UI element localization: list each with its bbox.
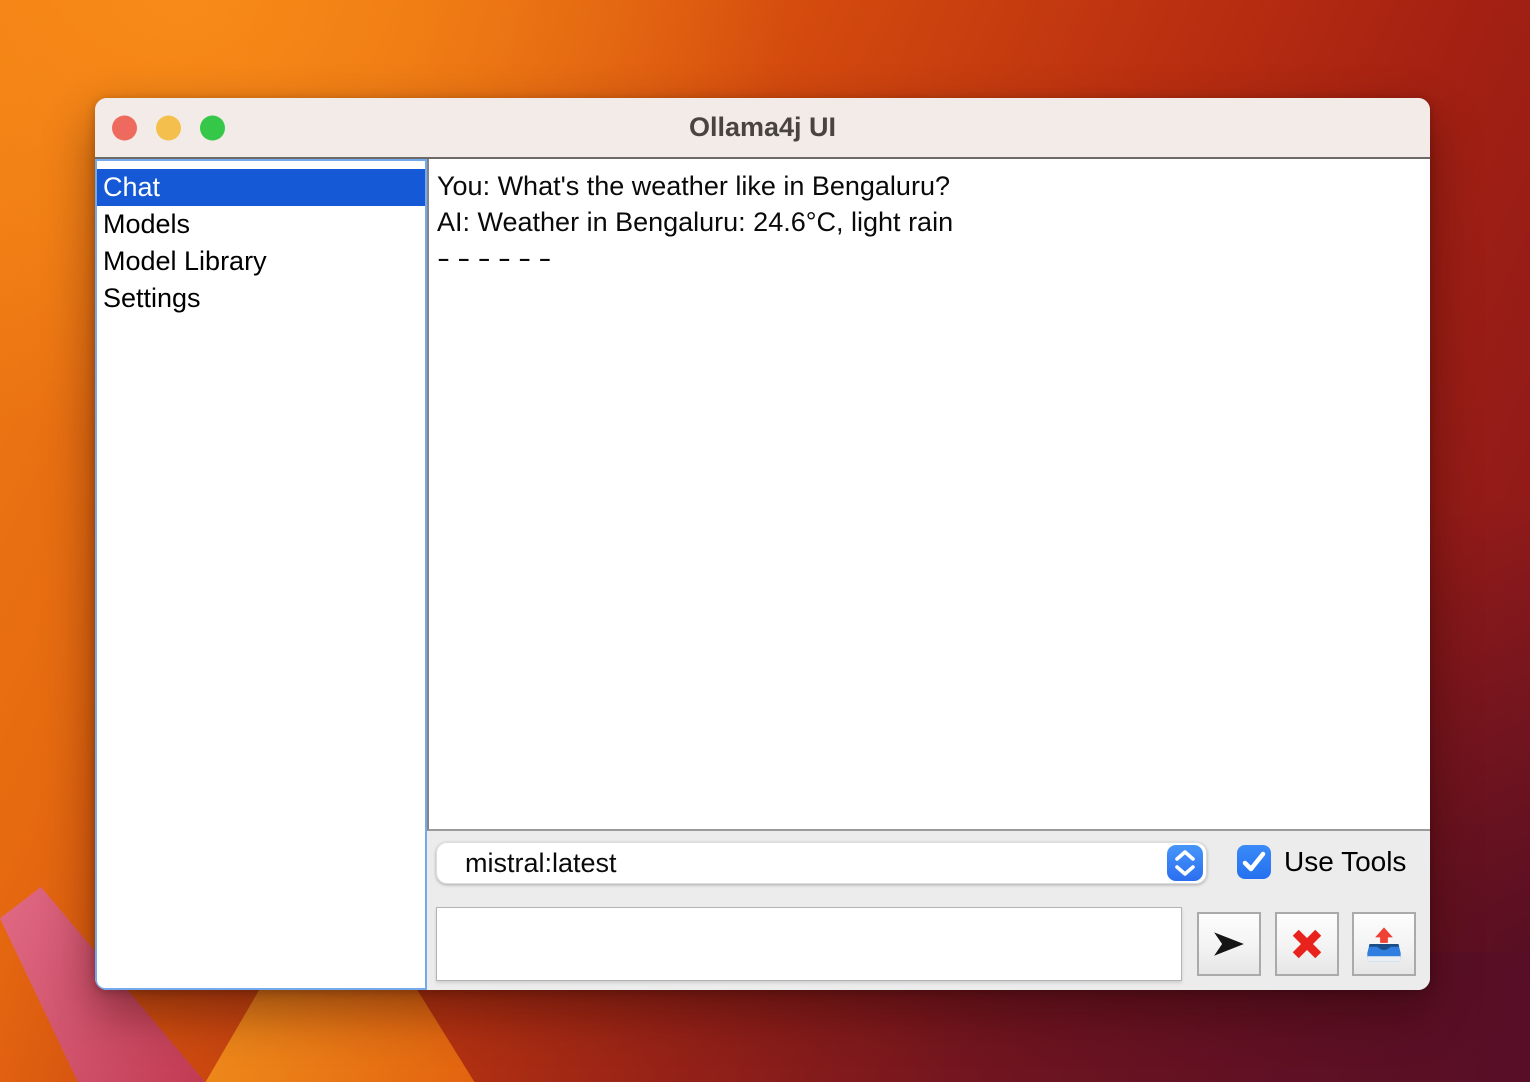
titlebar[interactable]: Ollama4j UI <box>95 98 1430 159</box>
cancel-button[interactable] <box>1275 912 1339 976</box>
sidebar-item-models[interactable]: Models <box>97 206 425 243</box>
outbox-tray-icon <box>1364 924 1404 964</box>
sidebar-item-chat[interactable]: Chat <box>97 169 425 206</box>
chat-user-message: You: What's the weather like in Bengalur… <box>437 168 1422 204</box>
composer-panel: mistral:latest Use Tools <box>427 831 1430 990</box>
traffic-lights <box>112 115 225 140</box>
sidebar-nav: Chat Models Model Library Settings <box>95 159 427 990</box>
upload-button[interactable] <box>1352 912 1416 976</box>
model-select[interactable]: mistral:latest <box>436 842 1207 884</box>
chat-ai-message: AI: Weather in Bengaluru: 24.6°C, light … <box>437 204 1422 240</box>
red-x-icon <box>1289 926 1325 962</box>
use-tools-checkbox[interactable] <box>1237 845 1271 879</box>
chat-transcript[interactable]: You: What's the weather like in Bengalur… <box>427 159 1430 831</box>
minimize-button[interactable] <box>156 115 181 140</box>
checkmark-icon <box>1237 845 1271 879</box>
chevron-up-down-icon <box>1167 845 1203 881</box>
zoom-button[interactable] <box>200 115 225 140</box>
window-title: Ollama4j UI <box>689 112 836 143</box>
window-content: Chat Models Model Library Settings You: … <box>95 159 1430 990</box>
close-button[interactable] <box>112 115 137 140</box>
main-pane: You: What's the weather like in Bengalur… <box>427 159 1430 990</box>
model-select-value: mistral:latest <box>437 848 1167 879</box>
use-tools-control: Use Tools <box>1237 845 1406 879</box>
send-arrow-icon <box>1210 927 1248 961</box>
app-window: Ollama4j UI Chat Models Model Library Se… <box>95 98 1430 990</box>
send-button[interactable] <box>1197 912 1261 976</box>
sidebar-item-settings[interactable]: Settings <box>97 280 425 317</box>
sidebar-item-model-library[interactable]: Model Library <box>97 243 425 280</box>
message-input[interactable] <box>436 907 1182 981</box>
chat-separator: ------ <box>437 240 1430 276</box>
use-tools-label: Use Tools <box>1284 846 1406 878</box>
desktop: { "window": { "title": "Ollama4j UI" }, … <box>0 0 1530 1082</box>
